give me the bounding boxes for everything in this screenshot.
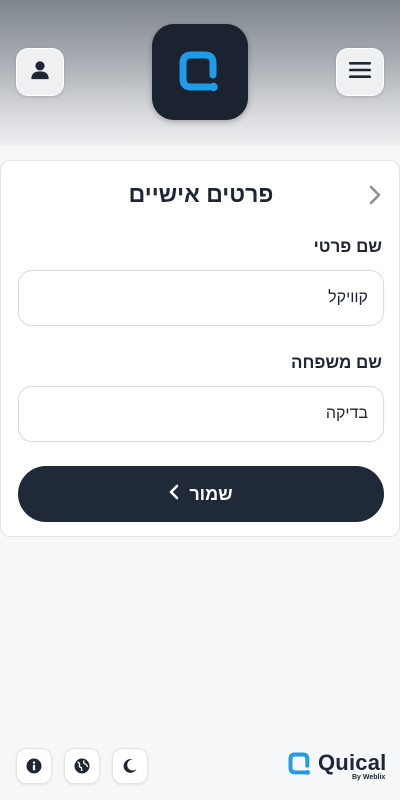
moon-icon: [123, 759, 137, 773]
user-profile-button[interactable]: [16, 48, 64, 96]
globe-icon: [74, 758, 90, 774]
page-title: פרטים אישיים: [128, 181, 274, 207]
first-name-input[interactable]: [18, 270, 384, 326]
dark-mode-button[interactable]: [112, 748, 148, 784]
brand-subtitle: By Weblix: [352, 774, 386, 781]
brand-logo: Quical By Weblix: [286, 748, 386, 784]
hamburger-menu-icon: [348, 60, 372, 85]
quical-logo-icon: [179, 51, 218, 92]
info-button[interactable]: [16, 748, 52, 784]
app-header: [0, 0, 400, 145]
chevron-left-icon: [169, 484, 179, 505]
brand-name: Quical: [318, 750, 387, 775]
last-name-input[interactable]: [18, 386, 384, 442]
quical-logo-icon: [288, 752, 310, 775]
language-button[interactable]: [64, 748, 100, 784]
first-name-label: שם פרטי: [313, 237, 382, 256]
app-logo[interactable]: [152, 24, 248, 120]
info-icon: [26, 758, 42, 774]
save-button[interactable]: שמור: [18, 466, 384, 522]
menu-button[interactable]: [336, 48, 384, 96]
user-icon: [29, 59, 51, 86]
save-button-label: שמור: [189, 483, 233, 504]
last-name-label: שם משפחה: [291, 353, 382, 372]
personal-details-card: פרטים אישיים שם פרטי שם משפחה שמור: [0, 160, 400, 537]
